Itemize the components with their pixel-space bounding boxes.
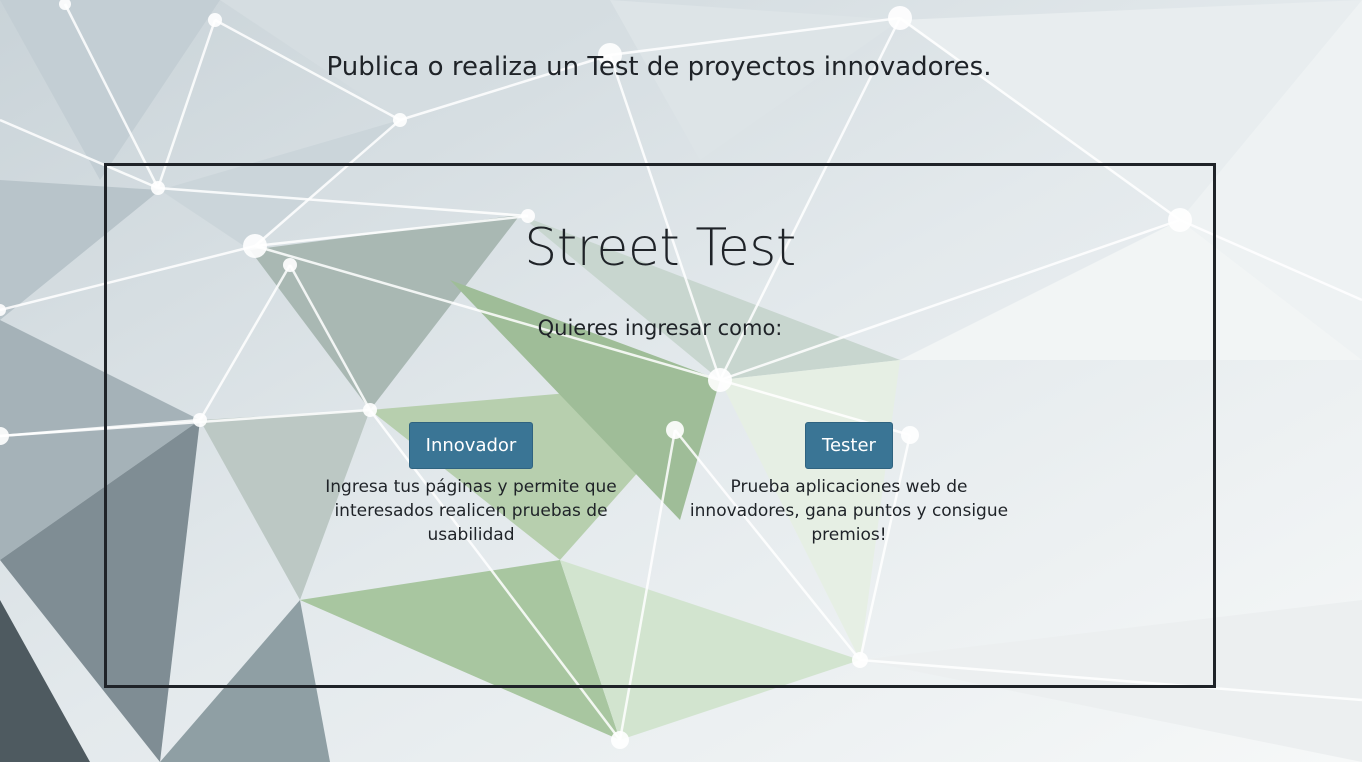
page-title: Street Test xyxy=(524,218,796,278)
tester-description: Prueba aplicaciones web de innovadores, … xyxy=(689,477,1009,545)
innovador-description: Ingresa tus páginas y permite que intere… xyxy=(325,477,617,545)
innovador-option: Innovador Ingresa tus páginas y permite … xyxy=(313,422,629,547)
role-question: Quieres ingresar como: xyxy=(537,316,783,340)
tester-button[interactable]: Tester xyxy=(805,422,893,469)
tester-option: Tester Prueba aplicaciones web de innova… xyxy=(681,422,1017,547)
innovador-button[interactable]: Innovador xyxy=(408,422,534,469)
page-tagline: Publica o realiza un Test de proyectos i… xyxy=(326,52,992,82)
role-selection-card: Street Test Quieres ingresar como: Innov… xyxy=(104,163,1216,688)
